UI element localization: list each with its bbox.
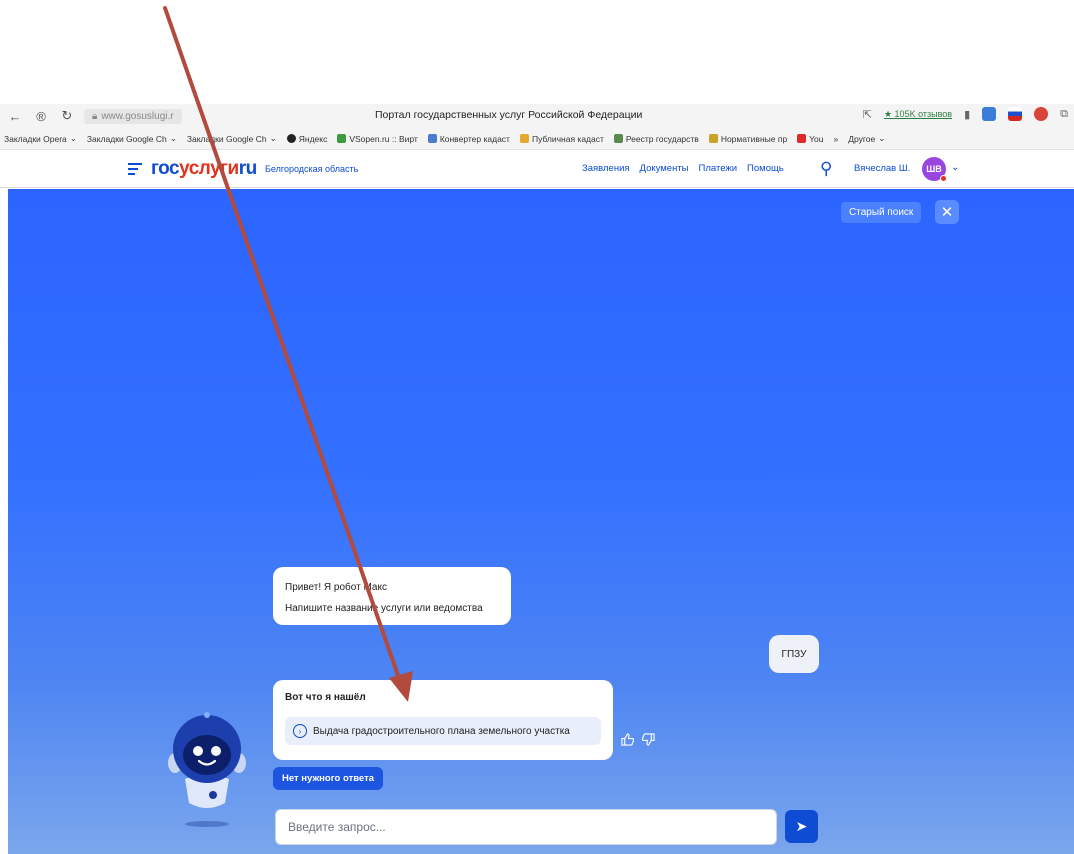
- bookmark-item[interactable]: Яндекс: [286, 134, 327, 144]
- bookmark-overflow[interactable]: »: [834, 134, 839, 144]
- send-icon[interactable]: ➤: [785, 810, 818, 843]
- bookmark-other[interactable]: Другое ⌄: [848, 133, 885, 144]
- avatar-extension-icon[interactable]: [1034, 107, 1049, 121]
- bookmark-item[interactable]: Закладки Google Ch ⌄: [87, 133, 177, 144]
- nav-applications[interactable]: Заявления: [582, 163, 630, 174]
- bot-greeting-message: Привет! Я робот Макс Напишите название у…: [273, 567, 511, 625]
- browser-address-bar: ← ® ↻ 🔒︎ www.gosuslugi.r Портал государс…: [0, 104, 1074, 128]
- user-name[interactable]: Вячеслав Ш.: [854, 163, 910, 174]
- notification-dot: [940, 175, 947, 182]
- result-service-text: Выдача градостроительного плана земельно…: [313, 725, 570, 737]
- site-header: госуслугиru Белгородская область Заявлен…: [0, 150, 1074, 188]
- youtube-icon: [797, 134, 807, 143]
- converter-icon: [427, 134, 437, 143]
- bookmark-item[interactable]: Закладки Google Ch ⌄: [187, 133, 277, 144]
- chevron-right-circle-icon: ›: [293, 724, 307, 738]
- old-search-button[interactable]: Старый поиск: [841, 202, 922, 223]
- greeting-line: Привет! Я робот Макс: [285, 582, 387, 593]
- eagle-icon: [708, 134, 718, 143]
- nav-documents[interactable]: Документы: [640, 163, 689, 174]
- bookmark-icon[interactable]: ▮: [964, 108, 970, 121]
- bookmarks-bar: Закладки Opera ⌄ Закладки Google Ch ⌄ За…: [0, 128, 1074, 150]
- top-navigation: Заявления Документы Платежи Помощь: [582, 163, 784, 174]
- menu-icon[interactable]: [128, 163, 142, 178]
- flag-extension-icon[interactable]: [1008, 107, 1023, 121]
- search-icon[interactable]: ⚲: [820, 159, 832, 179]
- thumbs-up-icon[interactable]: [621, 733, 635, 749]
- url-text: www.gosuslugi.r: [101, 110, 174, 122]
- chat-query-input[interactable]: [288, 820, 776, 834]
- no-answer-button[interactable]: Нет нужного ответа: [273, 767, 384, 790]
- feedback-buttons: [621, 733, 655, 749]
- reviews-link[interactable]: ★ 105K отзывов: [884, 109, 952, 120]
- yandex-icon: [286, 134, 296, 143]
- chat-input-wrapper: [275, 809, 777, 845]
- registry-icon: [613, 134, 623, 143]
- back-icon[interactable]: ←: [4, 109, 26, 124]
- chevron-down-icon[interactable]: ⌄: [951, 162, 959, 173]
- share-icon[interactable]: ⇱: [863, 108, 872, 121]
- user-message: ГПЗУ: [769, 635, 819, 673]
- nav-payments[interactable]: Платежи: [699, 163, 738, 174]
- thumbs-down-icon[interactable]: [641, 733, 655, 749]
- robot-max-mascot: [168, 712, 246, 827]
- browser-extensions: ⇱ ★ 105K отзывов ▮ ⧉: [863, 107, 1068, 121]
- browser-tab-title: Портал государственных услуг Российской …: [375, 109, 643, 121]
- bookmark-item[interactable]: You: [797, 134, 824, 144]
- result-title: Вот что я нашёл: [285, 692, 366, 703]
- bot-result-message: Вот что я нашёл › Выдача градостроительн…: [273, 680, 613, 760]
- puzzle-extension-icon[interactable]: ⧉: [1060, 108, 1068, 121]
- region-selector[interactable]: Белгородская область: [265, 164, 358, 174]
- gosuslugi-logo[interactable]: госуслугиru: [151, 158, 257, 180]
- bookmark-item[interactable]: Закладки Opera ⌄: [4, 133, 77, 144]
- cadastre-icon: [519, 134, 529, 143]
- greeting-line: Напишите название услуги или ведомства: [285, 603, 483, 614]
- opera-icon[interactable]: ®: [30, 109, 52, 124]
- vsopen-icon: [337, 134, 347, 143]
- close-button[interactable]: ✕: [935, 200, 959, 224]
- lock-icon: 🔒︎: [92, 110, 98, 122]
- bookmark-item[interactable]: Публичная кадаст: [519, 134, 604, 144]
- bookmark-item[interactable]: Реестр государств: [613, 134, 699, 144]
- bookmark-item[interactable]: VSopen.ru :: Вирт: [337, 134, 418, 144]
- nav-help[interactable]: Помощь: [747, 163, 784, 174]
- result-service-link[interactable]: › Выдача градостроительного плана земель…: [285, 717, 601, 745]
- bookmark-item[interactable]: Конвертер кадаст: [427, 134, 510, 144]
- url-field[interactable]: 🔒︎ www.gosuslugi.r: [84, 108, 182, 124]
- user-message-text: ГПЗУ: [781, 648, 807, 660]
- news-extension-icon[interactable]: [982, 107, 997, 121]
- reload-icon[interactable]: ↻: [56, 108, 78, 124]
- bookmark-item[interactable]: Нормативные пр: [708, 134, 787, 144]
